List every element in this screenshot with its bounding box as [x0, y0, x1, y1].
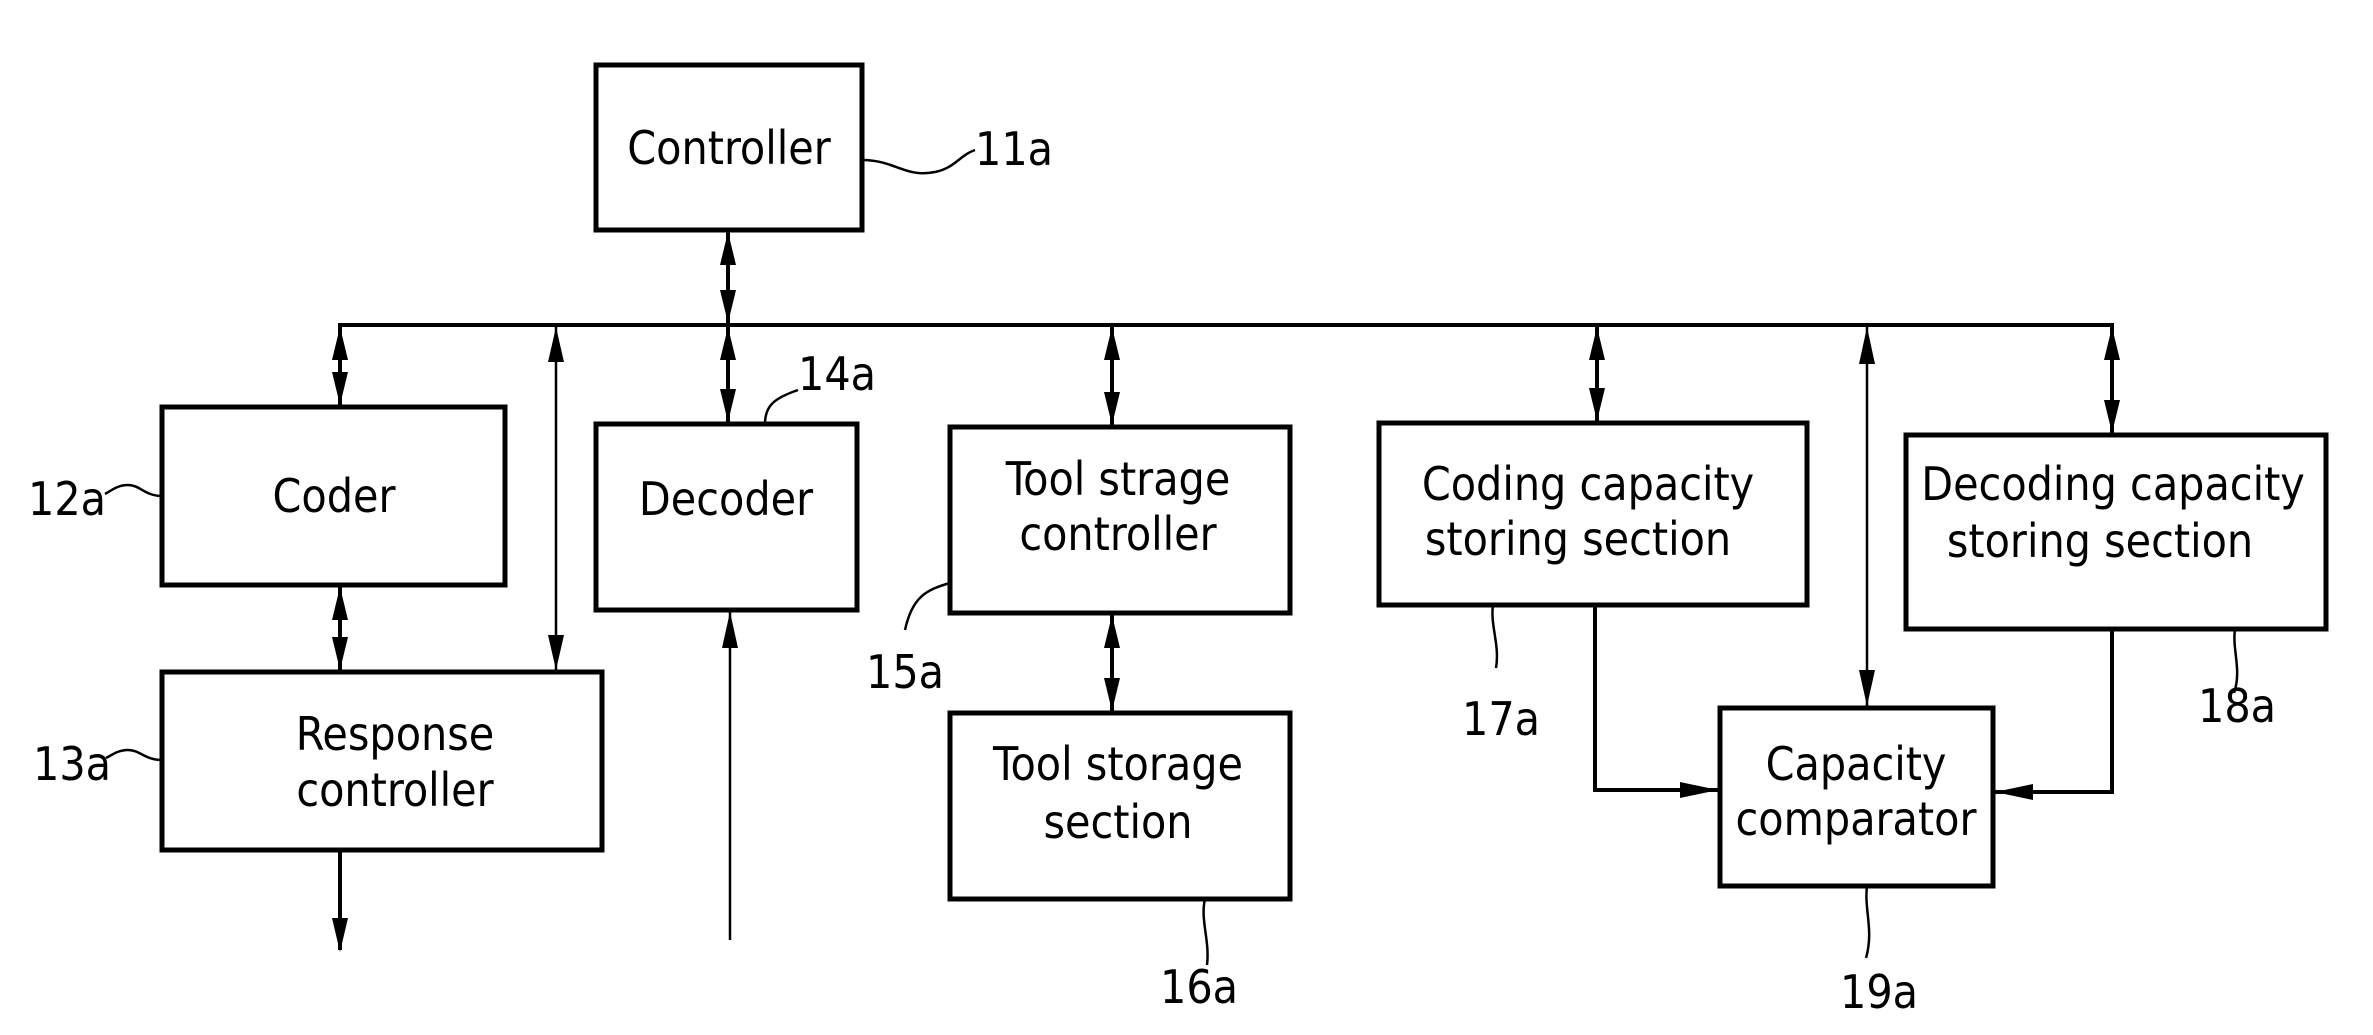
coding-capacity-storing-section-block: Coding capacity storing section: [1376, 420, 1810, 608]
capacity-comparator-label-line1: Capacity: [1766, 737, 1947, 791]
ref-19a: 19a: [1840, 965, 1918, 1019]
leader-11a: [861, 148, 976, 175]
arrowhead-up-icon: [332, 327, 348, 360]
tool-strage-controller-label-line2: controller: [1019, 507, 1217, 561]
arrowhead-right-icon: [1680, 782, 1718, 798]
tool-storage-section-label-line1: Tool storage: [992, 737, 1243, 791]
system-bus: [338, 323, 2114, 435]
arrowhead-down-icon: [2104, 400, 2120, 433]
arrowhead-left-icon: [1995, 784, 2033, 800]
leader-16a: [1202, 898, 1209, 966]
decoder-block: Decoder: [593, 421, 860, 613]
arrowhead-up-icon: [1589, 327, 1605, 360]
decoding-capacity-label-line2: storing section: [1947, 514, 2253, 568]
arrowhead-up-icon: [720, 327, 736, 360]
coder-label: Coder: [273, 469, 397, 523]
ref-12a: 12a: [28, 472, 106, 526]
tool-strage-controller-label-line1: Tool strage: [1005, 452, 1231, 506]
response-controller-block: Response controller: [159, 669, 605, 853]
arrowhead-up-icon: [1104, 615, 1120, 648]
arrowhead-down-icon: [548, 635, 564, 670]
decoding-capacity-storing-section-block: Decoding capacity storing section: [1903, 432, 2329, 632]
capacity-comparator-block: Capacity comparator: [1717, 705, 1996, 889]
capacity-comparator-label-line2: comparator: [1736, 792, 1978, 846]
arrowhead-up-icon: [720, 232, 736, 265]
coding-capacity-label-line2: storing section: [1425, 512, 1731, 566]
response-controller-label-line2: controller: [296, 763, 494, 817]
arrowhead-down-icon: [1104, 392, 1120, 425]
leader-14a: [763, 388, 799, 425]
arrowhead-up-icon: [2104, 327, 2120, 360]
tool-storage-section-block: Tool storage section: [947, 710, 1293, 902]
decoding-to-comparator-line: [1995, 629, 2114, 794]
coding-capacity-label-line1: Coding capacity: [1422, 457, 1754, 511]
ref-11a: 11a: [975, 122, 1053, 176]
leader-13a: [105, 748, 163, 762]
coder-block: Coder: [159, 404, 508, 588]
ref-14a: 14a: [798, 347, 876, 401]
ref-17a: 17a: [1462, 692, 1540, 746]
ref-13a: 13a: [33, 737, 111, 791]
decoding-capacity-label-line1: Decoding capacity: [1921, 457, 2305, 511]
controller-label: Controller: [627, 121, 831, 175]
arrowhead-down-icon: [332, 372, 348, 405]
leader-19a: [1864, 885, 1871, 959]
arrowhead-up-icon: [722, 612, 738, 648]
ref-18a: 18a: [2198, 679, 2276, 733]
arrowhead-down-icon: [1104, 678, 1120, 711]
arrowhead-down-icon: [332, 637, 348, 670]
arrowhead-down-icon: [1859, 670, 1875, 706]
leader-12a: [104, 483, 163, 498]
response-controller-label-line1: Response: [296, 707, 495, 761]
arrowhead-up-icon: [1859, 327, 1875, 364]
ref-16a: 16a: [1160, 960, 1238, 1014]
coding-to-comparator-line: [1593, 605, 1718, 792]
decoder-label: Decoder: [639, 472, 814, 526]
arrowhead-down-icon: [720, 389, 736, 422]
arrowhead-up-icon: [332, 587, 348, 620]
block-diagram: Controller Coder Response controller Dec…: [28, 62, 2329, 1019]
ref-15a: 15a: [866, 645, 944, 699]
tool-storage-section-label-line2: section: [1043, 795, 1192, 849]
arrowhead-down-icon: [720, 290, 736, 323]
arrowhead-down-icon: [1589, 388, 1605, 421]
arrowhead-up-icon: [1104, 327, 1120, 360]
leader-15a: [903, 581, 951, 631]
tool-strage-controller-block: Tool strage controller: [947, 424, 1293, 616]
arrowhead-down-icon: [332, 918, 348, 952]
leader-17a: [1491, 604, 1499, 669]
controller-block: Controller: [593, 62, 865, 233]
arrowhead-up-icon: [548, 327, 564, 362]
